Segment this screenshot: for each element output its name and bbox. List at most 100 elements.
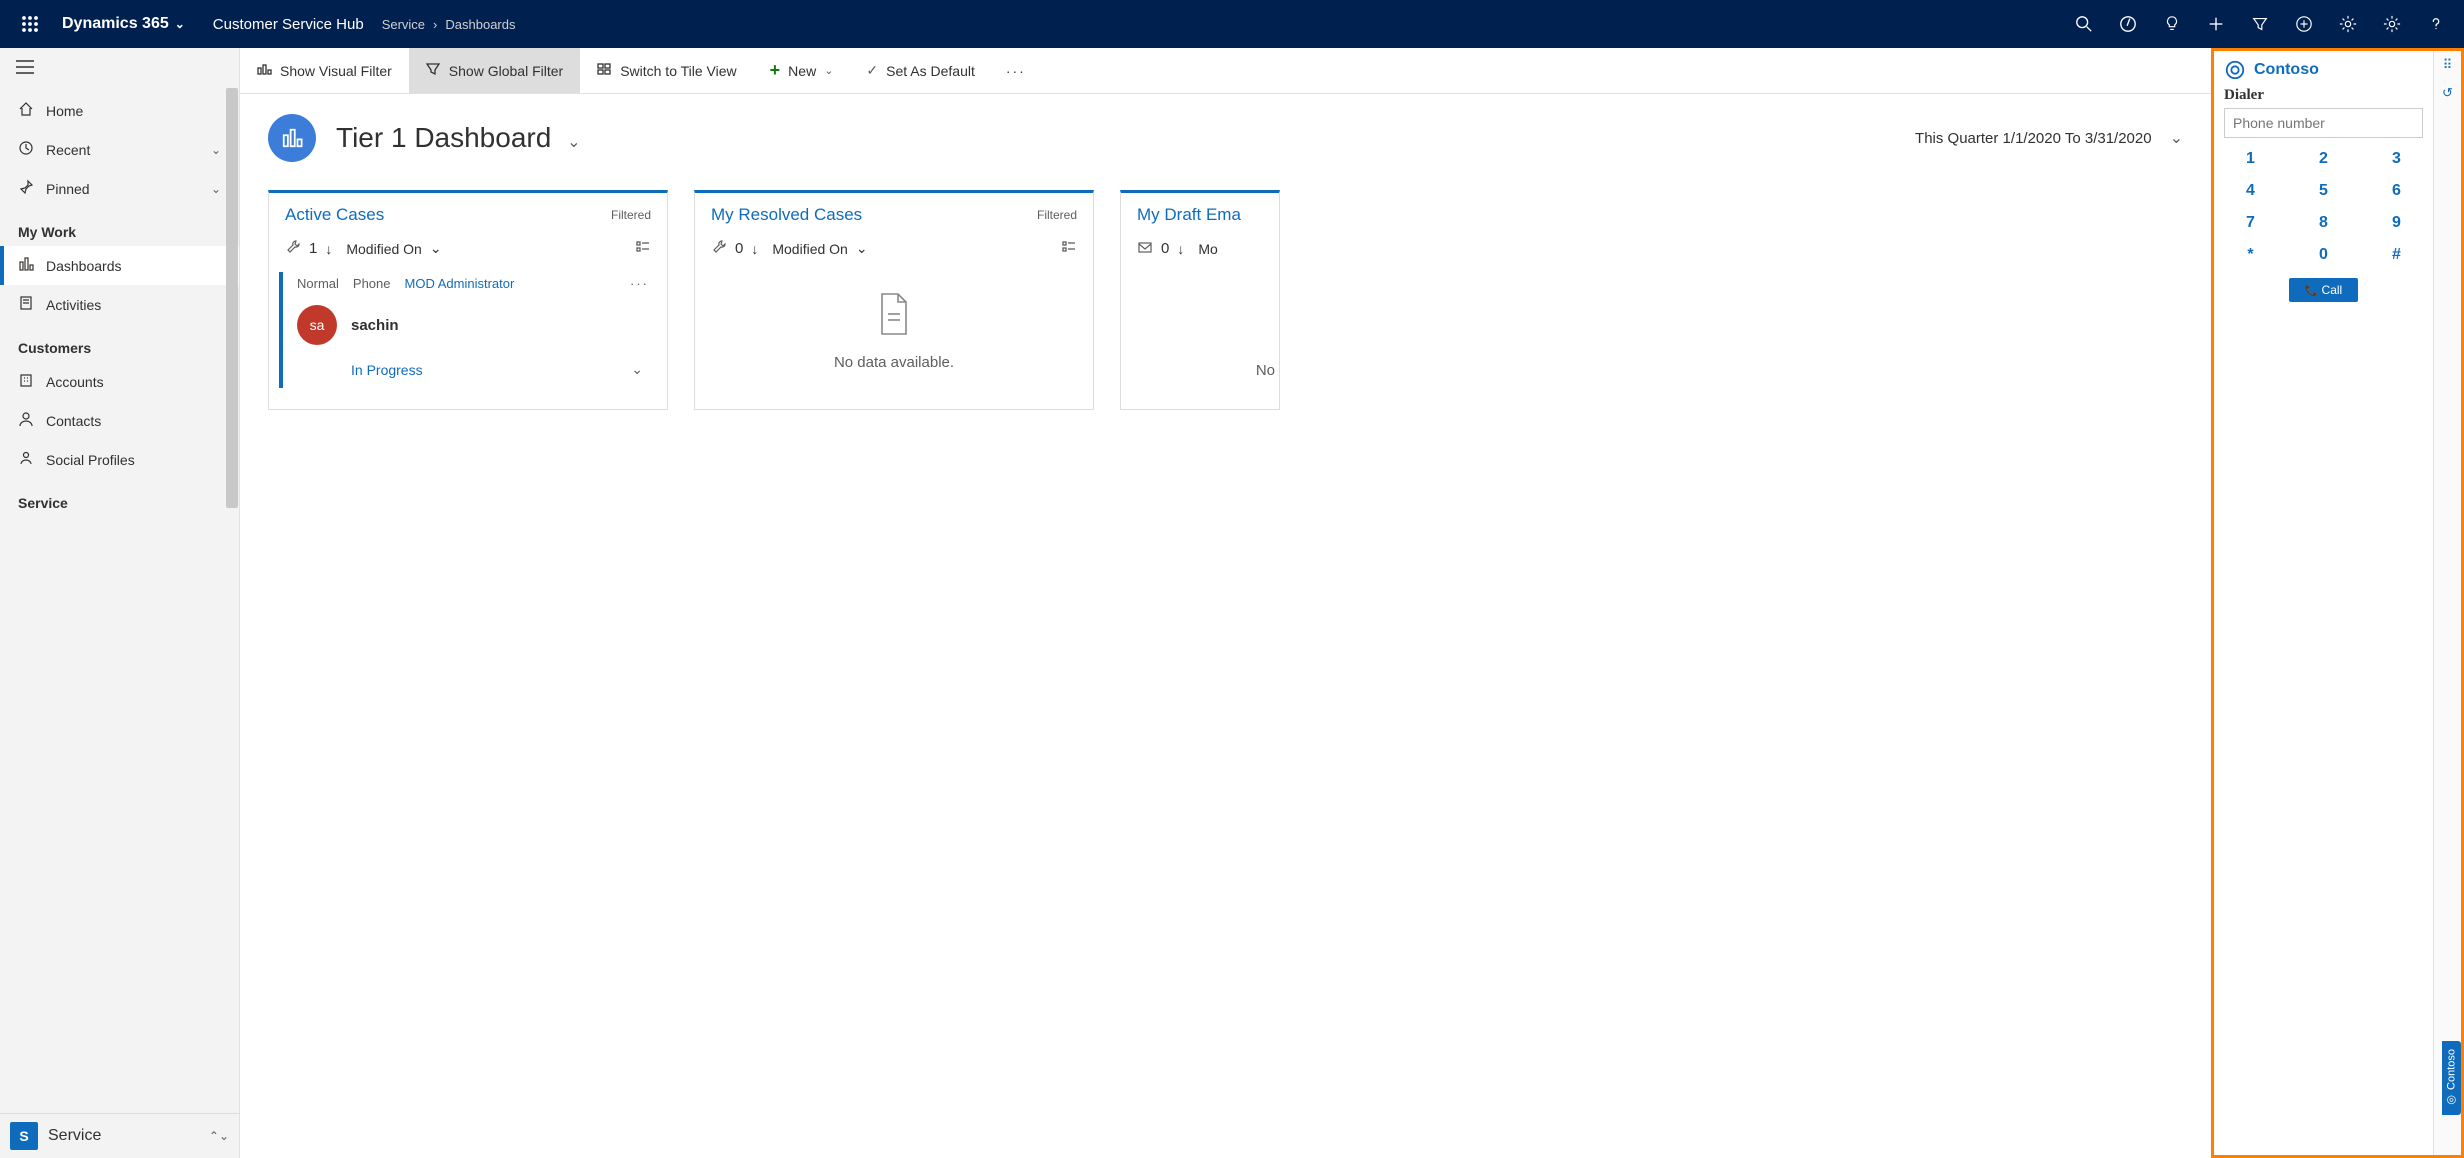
- task-icon[interactable]: [2106, 0, 2150, 48]
- sidebar-item-activities[interactable]: Activities: [0, 285, 239, 324]
- key-0[interactable]: 0: [2297, 242, 2350, 268]
- chevron-down-icon: ⌄: [856, 240, 868, 257]
- key-8[interactable]: 8: [2297, 210, 2350, 236]
- sidebar-item-social[interactable]: Social Profiles: [0, 440, 239, 479]
- person-icon: [18, 411, 34, 430]
- cmd-tile-view[interactable]: Switch to Tile View: [580, 48, 753, 93]
- filter-icon[interactable]: [2238, 0, 2282, 48]
- breadcrumb-leaf[interactable]: Dashboards: [445, 17, 515, 32]
- area-switcher[interactable]: S Service ⌃⌄: [0, 1113, 239, 1158]
- cmd-new[interactable]: + New ⌄: [754, 48, 851, 93]
- sidebar-item-label: Accounts: [46, 374, 104, 390]
- sidebar-group-mywork: My Work: [0, 208, 239, 246]
- phone-number-input[interactable]: [2224, 108, 2423, 138]
- sidebar-item-home[interactable]: Home: [0, 91, 239, 130]
- empty-text: No: [1121, 362, 1275, 379]
- chevron-down-icon: ⌄: [567, 134, 580, 151]
- card-draft-emails: My Draft Ema 0 ↓ Mo No: [1120, 190, 1280, 410]
- cmd-visual-filter[interactable]: Show Visual Filter: [240, 48, 409, 93]
- chart-icon: [256, 61, 272, 80]
- sidebar-item-contacts[interactable]: Contacts: [0, 401, 239, 440]
- lightbulb-icon[interactable]: [2150, 0, 2194, 48]
- breadcrumb-root[interactable]: Service: [382, 17, 425, 32]
- sort-label[interactable]: Modified On: [346, 241, 421, 257]
- key-6[interactable]: 6: [2370, 178, 2423, 204]
- sidebar-group-customers: Customers: [0, 324, 239, 362]
- gear-icon[interactable]: [2370, 0, 2414, 48]
- case-owner[interactable]: MOD Administrator: [405, 276, 515, 291]
- dashboard-header: Tier 1 Dashboard ⌄ This Quarter 1/1/2020…: [240, 94, 2211, 190]
- list-view-icon[interactable]: [635, 239, 651, 258]
- add-icon[interactable]: [2194, 0, 2238, 48]
- wrench-icon[interactable]: [285, 239, 301, 258]
- sidebar-item-label: Home: [46, 103, 83, 119]
- sort-arrow-icon[interactable]: ↓: [1177, 241, 1184, 257]
- sidebar-item-pinned[interactable]: Pinned ⌄: [0, 169, 239, 208]
- plus-icon: +: [770, 60, 781, 81]
- sort-arrow-icon[interactable]: ↓: [751, 241, 758, 257]
- filtered-badge: Filtered: [611, 208, 651, 222]
- case-row[interactable]: Normal Phone MOD Administrator ··· sa sa…: [279, 272, 657, 388]
- sort-label[interactable]: Modified On: [772, 241, 847, 257]
- key-3[interactable]: 3: [2370, 146, 2423, 172]
- help-icon[interactable]: [2414, 0, 2458, 48]
- card-resolved-cases: My Resolved Cases Filtered 0 ↓ Modified …: [694, 190, 1094, 410]
- call-button[interactable]: Call: [2289, 278, 2358, 302]
- case-origin: Phone: [353, 276, 391, 291]
- dashboard-title[interactable]: Tier 1 Dashboard ⌄: [336, 122, 580, 154]
- cmd-set-default[interactable]: ✓ Set As Default: [850, 48, 991, 93]
- sort-label[interactable]: Mo: [1198, 241, 1217, 257]
- cmd-label: Set As Default: [886, 63, 975, 79]
- card-title[interactable]: My Draft Ema: [1137, 205, 1241, 225]
- settings-icon[interactable]: [2326, 0, 2370, 48]
- mail-icon[interactable]: [1137, 239, 1153, 258]
- contoso-tab[interactable]: ◎Contoso: [2442, 1041, 2461, 1115]
- top-navbar: Dynamics 365 ⌄ Customer Service Hub Serv…: [0, 0, 2464, 48]
- chevron-down-icon: ⌄: [211, 182, 221, 196]
- cmd-global-filter[interactable]: Show Global Filter: [409, 48, 580, 93]
- area-badge: S: [10, 1122, 38, 1150]
- dashboard-icon: [18, 256, 34, 275]
- card-title[interactable]: Active Cases: [285, 205, 384, 225]
- sidebar-item-recent[interactable]: Recent ⌄: [0, 130, 239, 169]
- card-title[interactable]: My Resolved Cases: [711, 205, 862, 225]
- card-count: 0: [735, 240, 743, 257]
- app-launcher-button[interactable]: [6, 0, 54, 48]
- case-status-dropdown[interactable]: In Progress ⌄: [297, 351, 649, 378]
- key-star[interactable]: *: [2224, 242, 2277, 268]
- sidebar-item-label: Recent: [46, 142, 90, 158]
- date-range-picker[interactable]: This Quarter 1/1/2020 To 3/31/2020 ⌄: [1915, 128, 2183, 148]
- command-bar: Show Visual Filter Show Global Filter Sw…: [240, 48, 2211, 94]
- row-more-icon[interactable]: ···: [630, 276, 649, 291]
- sidebar-toggle[interactable]: [0, 48, 239, 91]
- brand-dropdown[interactable]: Dynamics 365 ⌄: [54, 15, 193, 33]
- key-hash[interactable]: #: [2370, 242, 2423, 268]
- sidebar-item-dashboards[interactable]: Dashboards: [0, 246, 239, 285]
- dialer-keypad: 1 2 3 4 5 6 7 8 9 * 0 #: [2224, 146, 2423, 268]
- list-view-icon[interactable]: [1061, 239, 1077, 258]
- key-4[interactable]: 4: [2224, 178, 2277, 204]
- key-2[interactable]: 2: [2297, 146, 2350, 172]
- history-icon[interactable]: ↺: [2442, 85, 2453, 101]
- keypad-icon[interactable]: ⠿: [2443, 57, 2453, 73]
- add-circle-icon[interactable]: [2282, 0, 2326, 48]
- empty-state: No data available.: [695, 272, 1093, 401]
- home-icon: [18, 101, 34, 120]
- search-icon[interactable]: [2062, 0, 2106, 48]
- sidebar-item-label: Contacts: [46, 413, 101, 429]
- updown-icon: ⌃⌄: [209, 1129, 229, 1143]
- sidebar-item-accounts[interactable]: Accounts: [0, 362, 239, 401]
- chevron-down-icon: ⌄: [430, 240, 442, 257]
- key-1[interactable]: 1: [2224, 146, 2277, 172]
- building-icon: [18, 372, 34, 391]
- key-5[interactable]: 5: [2297, 178, 2350, 204]
- cmd-overflow[interactable]: ···: [992, 48, 1041, 93]
- sidebar-scrollbar[interactable]: [225, 88, 239, 1113]
- chevron-down-icon: ⌄: [631, 361, 643, 378]
- app-name: Customer Service Hub: [193, 16, 382, 33]
- wrench-icon[interactable]: [711, 239, 727, 258]
- clock-icon: [18, 140, 34, 159]
- key-9[interactable]: 9: [2370, 210, 2423, 236]
- sort-arrow-icon[interactable]: ↓: [325, 241, 332, 257]
- key-7[interactable]: 7: [2224, 210, 2277, 236]
